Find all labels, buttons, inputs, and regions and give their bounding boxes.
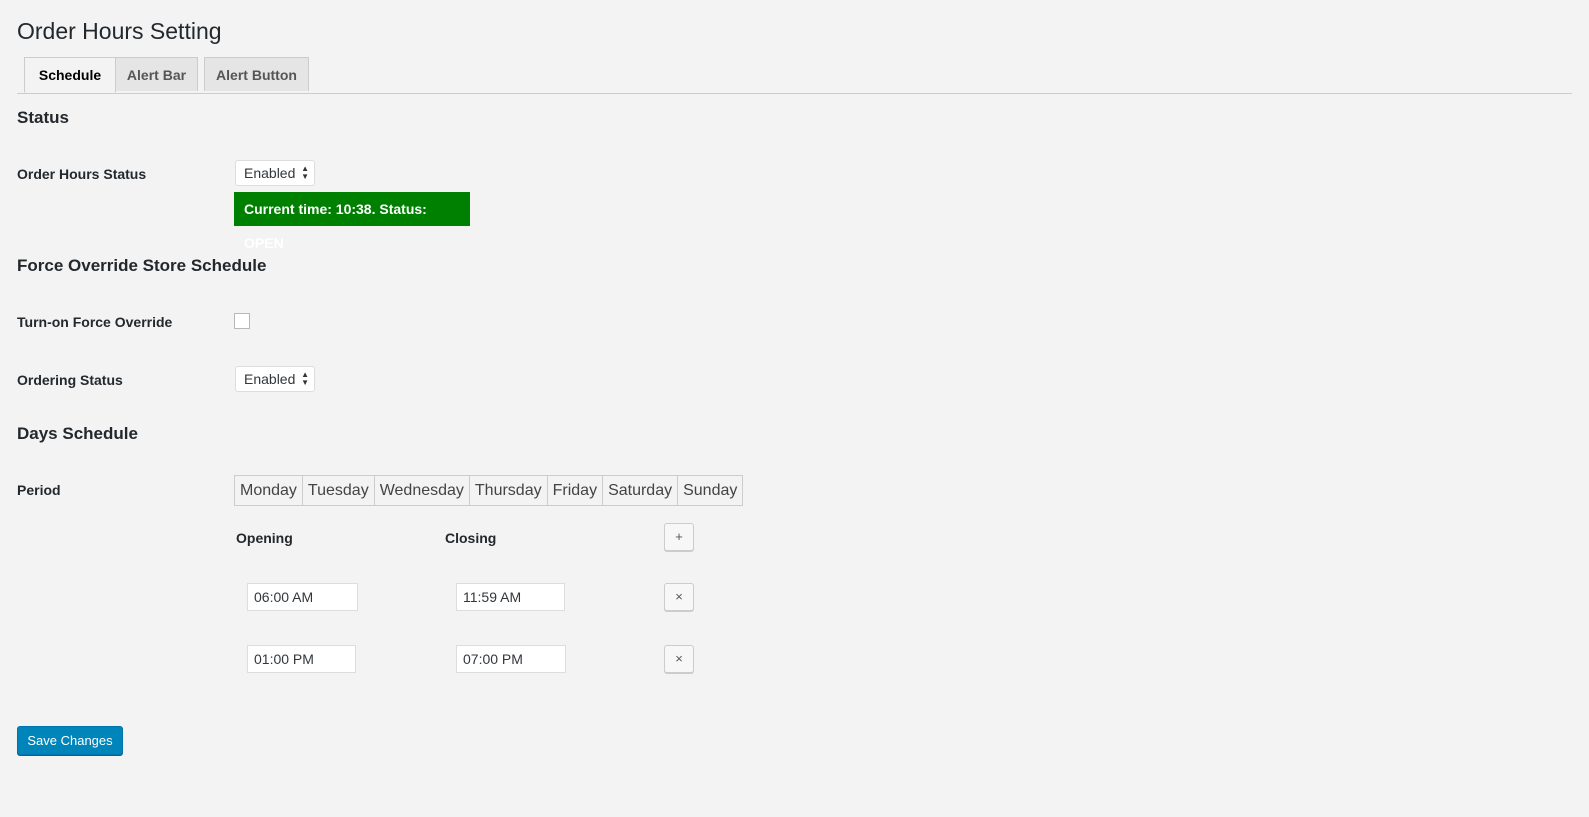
turn-on-override-checkbox[interactable] (234, 313, 250, 329)
opening-header: Opening (236, 530, 293, 546)
override-section-title: Force Override Store Schedule (17, 256, 267, 275)
select-arrows-icon: ▲ ▼ (301, 164, 309, 181)
opening-time-input[interactable]: 01:00 PM (247, 645, 356, 673)
period-label: Period (17, 482, 61, 498)
settings-page: Order Hours Setting Schedule Alert Bar A… (0, 0, 1589, 817)
day-monday[interactable]: Monday (235, 476, 303, 505)
select-arrows-icon: ▲ ▼ (301, 370, 309, 387)
ordering-status-value: Enabled (244, 371, 296, 387)
day-thursday[interactable]: Thursday (470, 476, 548, 505)
days-section-title: Days Schedule (17, 424, 138, 443)
day-wednesday[interactable]: Wednesday (375, 476, 470, 505)
day-friday[interactable]: Friday (548, 476, 604, 505)
day-saturday[interactable]: Saturday (603, 476, 679, 505)
closing-time-input[interactable]: 07:00 PM (456, 645, 566, 673)
tab-schedule[interactable]: Schedule (24, 57, 116, 93)
ordering-status-select[interactable]: Enabled ▲ ▼ (235, 366, 315, 392)
current-status-banner: Current time: 10:38. Status: OPEN (234, 192, 470, 251)
day-tuesday[interactable]: Tuesday (303, 476, 375, 505)
order-hours-status-label: Order Hours Status (17, 166, 147, 182)
day-sunday[interactable]: Sunday (678, 476, 742, 505)
tab-alert-button[interactable]: Alert Button (204, 57, 309, 91)
opening-time-input[interactable]: 06:00 AM (247, 583, 358, 611)
closing-time-input[interactable]: 11:59 AM (456, 583, 565, 611)
turn-on-override-label: Turn-on Force Override (17, 314, 173, 330)
ordering-status-label: Ordering Status (17, 372, 123, 388)
add-period-button[interactable]: + (664, 523, 694, 551)
tab-alert-bar[interactable]: Alert Bar (115, 57, 198, 91)
order-hours-status-value: Enabled (244, 165, 296, 181)
remove-period-button[interactable]: × (664, 583, 694, 611)
save-changes-button[interactable]: Save Changes (17, 726, 123, 755)
remove-period-button[interactable]: × (664, 645, 694, 673)
status-section-title: Status (17, 108, 69, 127)
tab-bar: Schedule Alert Bar Alert Button (17, 57, 1572, 94)
page-title: Order Hours Setting (17, 18, 222, 44)
day-selector: Monday Tuesday Wednesday Thursday Friday… (234, 475, 744, 506)
closing-header: Closing (445, 530, 497, 546)
order-hours-status-select[interactable]: Enabled ▲ ▼ (235, 160, 315, 186)
